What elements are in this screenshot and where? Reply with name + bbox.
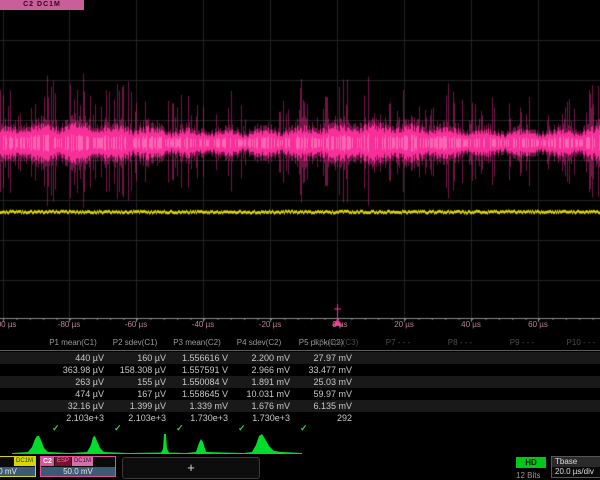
histicon-p3[interactable] [128, 432, 186, 455]
time-tick-label: 40 µs [461, 320, 481, 329]
cell: 440 µV [42, 352, 104, 364]
cell: 1.676 mV [228, 400, 290, 412]
oscilloscope-screen: C2 DC1M -100 µs -80 µs -60 µs -40 µs -20… [0, 0, 600, 480]
measure-table: P1 mean(C1) P2 sdev(C1) P3 mean(C2) P4 s… [0, 338, 600, 435]
histicon-p5[interactable] [244, 432, 302, 455]
cell: 263 µV [42, 376, 104, 388]
histicon-p1[interactable] [12, 432, 70, 455]
param-header-p6[interactable]: P6 pkpk(C3) [305, 338, 367, 347]
histicon-strip [0, 432, 600, 455]
cell: 1.550084 V [166, 376, 228, 388]
cell: 59.97 mV [290, 388, 352, 400]
param-header-p2[interactable]: P2 sdev(C1) [104, 338, 166, 347]
param-header-p10[interactable]: P10 - - - [550, 338, 600, 347]
cell: 167 µV [104, 388, 166, 400]
cell: 1.557591 V [166, 364, 228, 376]
cell: 6.135 mV [290, 400, 352, 412]
param-header-p9[interactable]: P9 - - - [491, 338, 553, 347]
header-separator [0, 350, 600, 351]
cell: 10.031 mV [228, 388, 290, 400]
time-tick-label: 60 µs [528, 320, 548, 329]
param-header-p7[interactable]: P7 - - - [367, 338, 429, 347]
param-header-p1[interactable]: P1 mean(C1) [42, 338, 104, 347]
timebase-box[interactable]: Tbase 20.0 µs/div [551, 456, 600, 478]
c1-descriptor-box[interactable]: C1 DC1M 10.0 mV [0, 456, 36, 477]
c2-scale: 50.0 mV [41, 467, 115, 477]
cell: 1.891 mV [228, 376, 290, 388]
cell: 25.03 mV [290, 376, 352, 388]
cell: 363.98 µV [42, 364, 104, 376]
time-tick-label: -20 µs [259, 320, 281, 329]
table-row-max: 474 µV 167 µV 1.558645 V 10.031 mV 59.97… [0, 388, 600, 400]
time-tick-label: 20 µs [394, 320, 414, 329]
time-tick-label: -100 µs [0, 320, 16, 329]
histicon-p2[interactable] [70, 432, 128, 455]
histicon-p4[interactable] [186, 432, 244, 455]
hd-mode-badge[interactable]: HD [516, 457, 546, 468]
descriptor-strip: C1 DC1M 10.0 mV C2 ESP DC1M 50.0 mV + HD… [0, 455, 600, 480]
cell: 474 µV [42, 388, 104, 400]
time-tick-label-trigger: 0 µs [332, 320, 347, 329]
bit-depth-label: 12 Bits [516, 471, 540, 480]
cell: 33.477 mV [290, 364, 352, 376]
c2-label: C2 [41, 457, 54, 466]
param-header-p3[interactable]: P3 mean(C2) [166, 338, 228, 347]
trace-label-badge: C2 DC1M [0, 0, 84, 10]
cell: 32.16 µV [42, 400, 104, 412]
timebase-value: 20.0 µs/div [552, 467, 600, 477]
cell: 1.556616 V [166, 352, 228, 364]
cell: 27.97 mV [290, 352, 352, 364]
cell: 2.200 mV [228, 352, 290, 364]
time-tick-label: -40 µs [192, 320, 214, 329]
cell: 158.308 µV [104, 364, 166, 376]
c2-esp-badge: ESP [55, 457, 71, 466]
c2-descriptor-box[interactable]: C2 ESP DC1M 50.0 mV [40, 456, 116, 477]
cell: 1.399 µV [104, 400, 166, 412]
time-tick-label: -60 µs [125, 320, 147, 329]
c1-coupling-badge: DC1M [14, 457, 35, 466]
waveform-grid [0, 0, 600, 332]
param-header-p4[interactable]: P4 sdev(C2) [228, 338, 290, 347]
c2-coupling-badge: DC1M [72, 457, 93, 466]
table-row-mean: 363.98 µV 158.308 µV 1.557591 V 2.966 mV… [0, 364, 600, 376]
timebase-label: Tbase [552, 457, 600, 467]
add-trace-button[interactable]: + [122, 457, 260, 479]
table-row-min: 263 µV 155 µV 1.550084 V 1.891 mV 25.03 … [0, 376, 600, 388]
cell: 160 µV [104, 352, 166, 364]
cell: 1.558645 V [166, 388, 228, 400]
cell: 2.966 mV [228, 364, 290, 376]
measure-table-header-row: P1 mean(C1) P2 sdev(C1) P3 mean(C2) P4 s… [0, 338, 600, 349]
cell: 1.339 mV [166, 400, 228, 412]
time-tick-label: -80 µs [58, 320, 80, 329]
table-row-sdev: 32.16 µV 1.399 µV 1.339 mV 1.676 mV 6.13… [0, 400, 600, 412]
cell: 155 µV [104, 376, 166, 388]
param-header-p8[interactable]: P8 - - - [429, 338, 491, 347]
table-row-value: 440 µV 160 µV 1.556616 V 2.200 mV 27.97 … [0, 352, 600, 364]
c1-scale: 10.0 mV [0, 467, 35, 477]
